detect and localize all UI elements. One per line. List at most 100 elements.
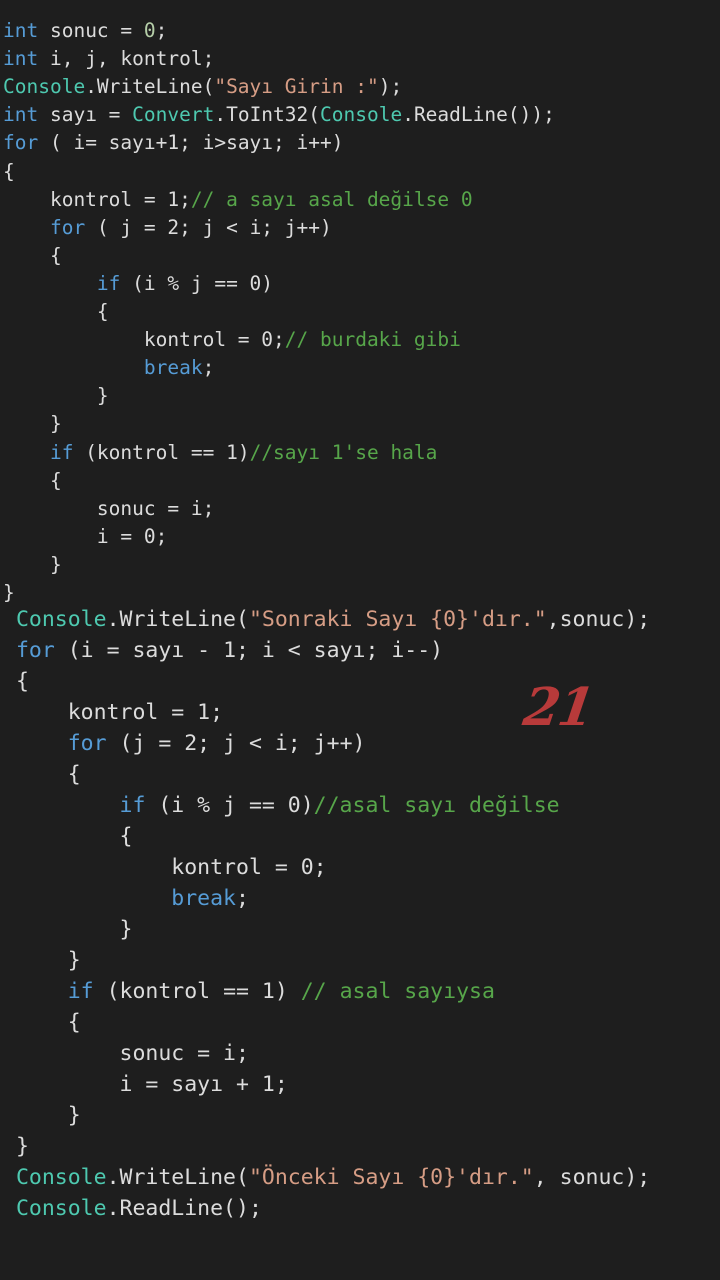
code-line[interactable]: { (3, 302, 109, 322)
code-token: // burdaki gibi (284, 328, 461, 352)
code-token: sayı = (38, 103, 133, 127)
code-line[interactable]: if (kontrol == 1) // asal sayıysa (3, 981, 495, 1003)
code-token: int (3, 47, 39, 71)
code-line[interactable]: int sonuc = 0; (3, 21, 167, 41)
code-token: (i % j == 0) (145, 793, 314, 818)
code-line[interactable]: } (3, 555, 62, 575)
code-token: 0 (143, 19, 156, 42)
code-line[interactable]: { (3, 764, 81, 786)
code-token: if (119, 793, 146, 818)
code-token: i = 0; (3, 524, 168, 548)
code-token: } (3, 581, 15, 604)
code-token: } (3, 948, 81, 973)
code-token: // asal sayıysa (300, 979, 495, 1004)
code-line[interactable]: for (i = sayı - 1; i < sayı; i--) (3, 640, 443, 662)
code-token: for (49, 215, 86, 239)
code-token: , sonuc); (533, 1165, 651, 1190)
code-token: ; (236, 886, 249, 911)
code-token: for (15, 638, 55, 663)
code-token: .ReadLine(); (106, 1196, 262, 1221)
code-token: int (3, 19, 39, 42)
code-token: //sayı 1'se hala (249, 440, 438, 464)
code-token: Console (15, 1165, 107, 1190)
code-token: Convert (132, 103, 215, 127)
code-token: Console (15, 1196, 107, 1221)
code-line[interactable]: } (3, 386, 109, 406)
code-token: kontrol = 0; (3, 855, 327, 880)
code-token: for (3, 131, 39, 155)
code-line[interactable]: Console.ReadLine(); (3, 1198, 262, 1220)
code-token: } (3, 412, 62, 436)
code-line[interactable]: kontrol = 1; (3, 702, 223, 724)
code-token: } (3, 1134, 29, 1159)
code-token: kontrol = 1; (3, 187, 191, 211)
code-token: break (143, 356, 203, 380)
code-line[interactable]: } (3, 583, 15, 603)
code-line[interactable]: for ( i= sayı+1; i>sayı; i++) (3, 133, 343, 153)
code-token: int (3, 103, 39, 127)
code-line[interactable]: i = 0; (3, 527, 167, 547)
code-line[interactable]: kontrol = 1;// a sayı asal değilse 0 (3, 187, 473, 211)
code-line[interactable]: if (i % j == 0)//asal sayı değilse (3, 795, 560, 817)
code-line[interactable]: { (3, 161, 15, 182)
code-line[interactable]: { (3, 1012, 81, 1034)
code-line[interactable]: i = sayı + 1; (3, 1074, 287, 1096)
code-line[interactable]: { (3, 826, 132, 848)
code-line[interactable]: } (3, 950, 81, 972)
code-token: { (3, 300, 109, 323)
code-line[interactable]: kontrol = 0; (3, 855, 327, 880)
code-token: Console (3, 75, 86, 99)
code-token: } (3, 917, 133, 942)
code-line[interactable]: if (kontrol == 1)//sayı 1'se hala (3, 440, 438, 464)
code-token: "Sonraki Sayı {0}'dır." (248, 607, 547, 632)
code-line[interactable]: Console.WriteLine("Önceki Sayı {0}'dır."… (3, 1167, 650, 1189)
code-token: (j = 2; j < i; j++) (106, 731, 366, 756)
code-line[interactable]: } (3, 1136, 29, 1158)
code-line[interactable]: if (i % j == 0) (3, 274, 273, 294)
code-line[interactable]: int sayı = Convert.ToInt32(Console.ReadL… (3, 105, 555, 125)
code-line[interactable]: break; (3, 888, 249, 910)
code-line[interactable]: int i, j, kontrol; (3, 49, 214, 69)
code-token: { (3, 824, 133, 849)
code-line[interactable]: sonuc = i; (3, 498, 214, 519)
code-token: } (3, 552, 62, 576)
code-token: (i = sayı - 1; i < sayı; i--) (54, 638, 444, 663)
code-token: .WriteLine( (106, 607, 249, 632)
code-token: Console (320, 103, 403, 127)
code-line[interactable]: } (3, 1105, 81, 1127)
code-token: Console (15, 607, 107, 632)
code-line[interactable]: break; (3, 358, 214, 378)
code-token: //asal sayı değilse (313, 793, 560, 818)
code-token: if (67, 979, 94, 1004)
code-token: .WriteLine( (85, 75, 215, 99)
code-token: "Önceki Sayı {0}'dır." (248, 1165, 534, 1190)
code-line[interactable]: { (3, 470, 62, 491)
code-line[interactable]: for (j = 2; j < i; j++) (3, 731, 366, 756)
code-line[interactable]: for ( j = 2; j < i; j++) (3, 215, 332, 239)
code-line[interactable]: sonuc = i; (3, 1041, 249, 1066)
code-token: // a sayı asal değilse 0 (190, 187, 473, 211)
code-line[interactable]: } (3, 414, 62, 434)
code-token: (kontrol == 1) (93, 979, 301, 1004)
code-line[interactable]: { (3, 246, 62, 266)
code-token: { (3, 1010, 81, 1035)
code-line[interactable]: { (3, 671, 29, 693)
code-line[interactable]: Console.WriteLine("Sayı Girin :"); (3, 77, 402, 97)
code-token: ; (155, 19, 168, 42)
code-line[interactable]: kontrol = 0;// burdaki gibi (3, 330, 461, 350)
code-token: kontrol = 0; (3, 328, 285, 352)
code-token: sonuc = i; (3, 1041, 249, 1066)
code-token: .ToInt32( (214, 103, 321, 127)
code-line[interactable]: Console.WriteLine("Sonraki Sayı {0}'dır.… (3, 609, 650, 631)
code-line[interactable]: } (3, 919, 132, 941)
